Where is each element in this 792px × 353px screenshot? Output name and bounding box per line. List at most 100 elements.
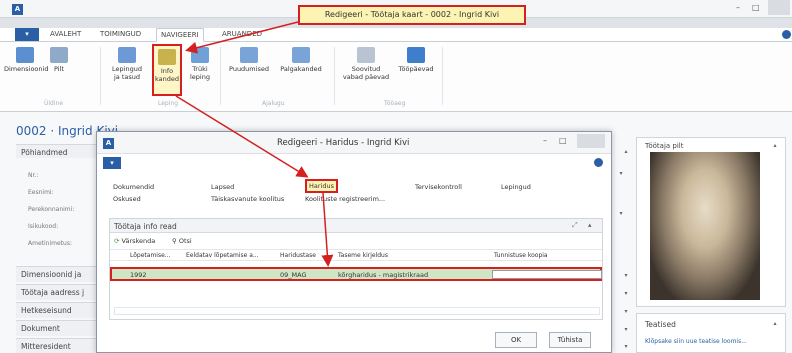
minimize-icon[interactable]: – [543, 136, 547, 145]
fasttab-dimensions[interactable]: Dimensioonid ja [16, 266, 104, 282]
calendar-icon [357, 47, 375, 63]
ok-button[interactable]: OK [495, 332, 537, 348]
column-header[interactable]: Haridustase [280, 252, 316, 259]
certificate-copy-field[interactable] [492, 270, 602, 279]
employee-info-lines: Töötaja info read ⤢ ▴ ⟳ Värskenda ⚲ Otsi… [109, 218, 603, 320]
dialog-close-button[interactable] [577, 134, 605, 148]
contracts-button[interactable]: Lepingud ja tasud [110, 47, 144, 81]
subpage-title: Töötaja info read [114, 222, 177, 231]
field-label: Ametinimetus: [28, 240, 72, 247]
ribbon: Dimensioonid Pilt Üldine Lepingud ja tas… [0, 42, 792, 112]
action-adult-training[interactable]: Täiskasvanute koolitus [211, 195, 284, 203]
action-documents[interactable]: Dokumendid [113, 183, 154, 191]
workdays-icon [407, 47, 425, 63]
help-icon[interactable] [594, 158, 603, 167]
app-logo-icon: A [103, 138, 114, 149]
help-icon[interactable] [782, 30, 791, 39]
fasttab-nonresident[interactable]: Mitteresident [16, 338, 104, 353]
chevron-up-icon[interactable]: ▴ [771, 320, 779, 328]
chevron-down-icon[interactable]: ▾ [622, 326, 630, 334]
column-header[interactable]: Taseme kirjeldus [338, 252, 388, 259]
dialog-titlebar: A Redigeeri - Haridus - Ingrid Kivi – □ [97, 132, 611, 154]
action-training-registration[interactable]: Koolituste registreerim... [305, 195, 385, 203]
contract-icon [118, 47, 136, 63]
ribbon-separator [100, 47, 101, 105]
table-cell: 09_MAG [280, 271, 307, 279]
group-contract: Leping [158, 100, 179, 107]
fasttab-status[interactable]: Hetkeseisund [16, 302, 104, 318]
tab-reports[interactable]: ARUANDED [222, 30, 262, 38]
expand-icon[interactable]: ⤢ [572, 221, 578, 230]
action-children[interactable]: Lapsed [211, 183, 234, 191]
column-header[interactable]: Tunnistuse koopia [494, 252, 548, 259]
picture-icon [50, 47, 68, 63]
group-general: Üldine [44, 100, 64, 107]
info-entries-button[interactable]: Info kanded [152, 44, 182, 96]
refresh-icon: ⟳ [114, 237, 120, 245]
chevron-down-icon[interactable]: ▾ [622, 308, 630, 316]
minimize-icon[interactable]: – [736, 3, 740, 12]
chevron-up-icon[interactable]: ▴ [588, 221, 592, 229]
chevron-up-icon[interactable]: ▴ [622, 148, 630, 156]
salary-entries-button[interactable]: Palgakanded [274, 47, 328, 73]
table-cell: 1992 [130, 271, 147, 279]
ribbon-separator [442, 47, 443, 105]
fasttab-address[interactable]: Töötaja aadress j [16, 284, 104, 300]
chevron-down-icon[interactable]: ▾ [617, 210, 625, 218]
new-note-link[interactable]: Klõpsake siin uue teatise loomis... [645, 338, 747, 345]
action-skills[interactable]: Oskused [113, 195, 141, 203]
dialog-title: Redigeeri - Haridus - Ingrid Kivi [277, 138, 410, 148]
dimensions-button[interactable]: Dimensioonid [4, 47, 48, 73]
field-label: Perekonnanimi: [28, 206, 75, 213]
chevron-down-icon[interactable]: ▾ [622, 272, 630, 280]
app-logo-icon: A [12, 4, 23, 15]
fasttab-document[interactable]: Dokument [16, 320, 104, 336]
subpage-header: Töötaja info read ⤢ ▴ [110, 219, 602, 233]
picture-button[interactable]: Pilt [48, 47, 70, 73]
cancel-button[interactable]: Tühista [549, 332, 591, 348]
ribbon-separator [220, 47, 221, 105]
window-title: Redigeeri - Töötaja kaart - 0002 - Ingri… [298, 5, 526, 25]
maximize-icon[interactable]: □ [559, 136, 567, 145]
preferred-vacation-button[interactable]: Soovitud vabad päevad [338, 47, 394, 81]
field-label: Eesnimi: [28, 189, 54, 196]
close-button[interactable] [768, 0, 790, 15]
education-dialog: A Redigeeri - Haridus - Ingrid Kivi – □ … [96, 131, 612, 353]
maximize-icon[interactable]: □ [752, 3, 760, 12]
horizontal-scrollbar[interactable] [114, 307, 600, 315]
action-health-check[interactable]: Tervisekontroll [415, 183, 462, 191]
column-header-row: Lõpetamise... Eeldatav lõpetamise a... H… [110, 249, 602, 261]
absences-button[interactable]: Puudumised [226, 47, 272, 73]
group-history: Ajalugu [262, 100, 285, 107]
chevron-up-icon[interactable]: ▴ [771, 142, 779, 150]
app-menu-button[interactable]: ▾ [15, 28, 39, 41]
tab-navigate[interactable]: NAVIGEERI [156, 28, 204, 42]
table-cell: kõrgharidus - magistrikraad [338, 271, 429, 279]
workdays-button[interactable]: Tööpäevad [396, 47, 436, 73]
tab-home[interactable]: AVALEHT [50, 30, 81, 38]
employee-photo [650, 152, 760, 300]
action-contracts[interactable]: Lepingud [501, 183, 531, 191]
print-contract-button[interactable]: Trüki leping [186, 47, 214, 81]
tab-actions[interactable]: TOIMINGUD [100, 30, 141, 38]
field-label: Isikukood: [28, 223, 59, 230]
column-header[interactable]: Eeldatav lõpetamise a... [186, 252, 259, 259]
dialog-menu-button[interactable]: ▾ [103, 157, 121, 169]
column-header[interactable]: Lõpetamise... [130, 252, 171, 259]
notes-title: Teatised [645, 320, 676, 329]
fasttab-general[interactable]: Põhiandmed [16, 144, 104, 158]
chevron-down-icon[interactable]: ▾ [622, 343, 630, 351]
chevron-down-icon[interactable]: ▾ [617, 170, 625, 178]
action-education[interactable]: Haridus [305, 179, 338, 193]
field-label: Nr.: [28, 172, 39, 179]
binoculars-icon: ⚲ [172, 237, 177, 245]
factbox-title: Töötaja pilt [645, 142, 684, 150]
info-icon [158, 49, 176, 65]
notes-factbox: Teatised ▴ Klõpsake siin uue teatise loo… [636, 313, 786, 353]
group-worktime: Tööaeg [384, 100, 406, 107]
absences-icon [240, 47, 258, 63]
refresh-button[interactable]: ⟳ Värskenda [114, 237, 155, 245]
find-button[interactable]: ⚲ Otsi [172, 237, 192, 245]
table-row[interactable]: 1992 09_MAG kõrgharidus - magistrikraad [110, 267, 602, 281]
chevron-down-icon[interactable]: ▾ [622, 290, 630, 298]
